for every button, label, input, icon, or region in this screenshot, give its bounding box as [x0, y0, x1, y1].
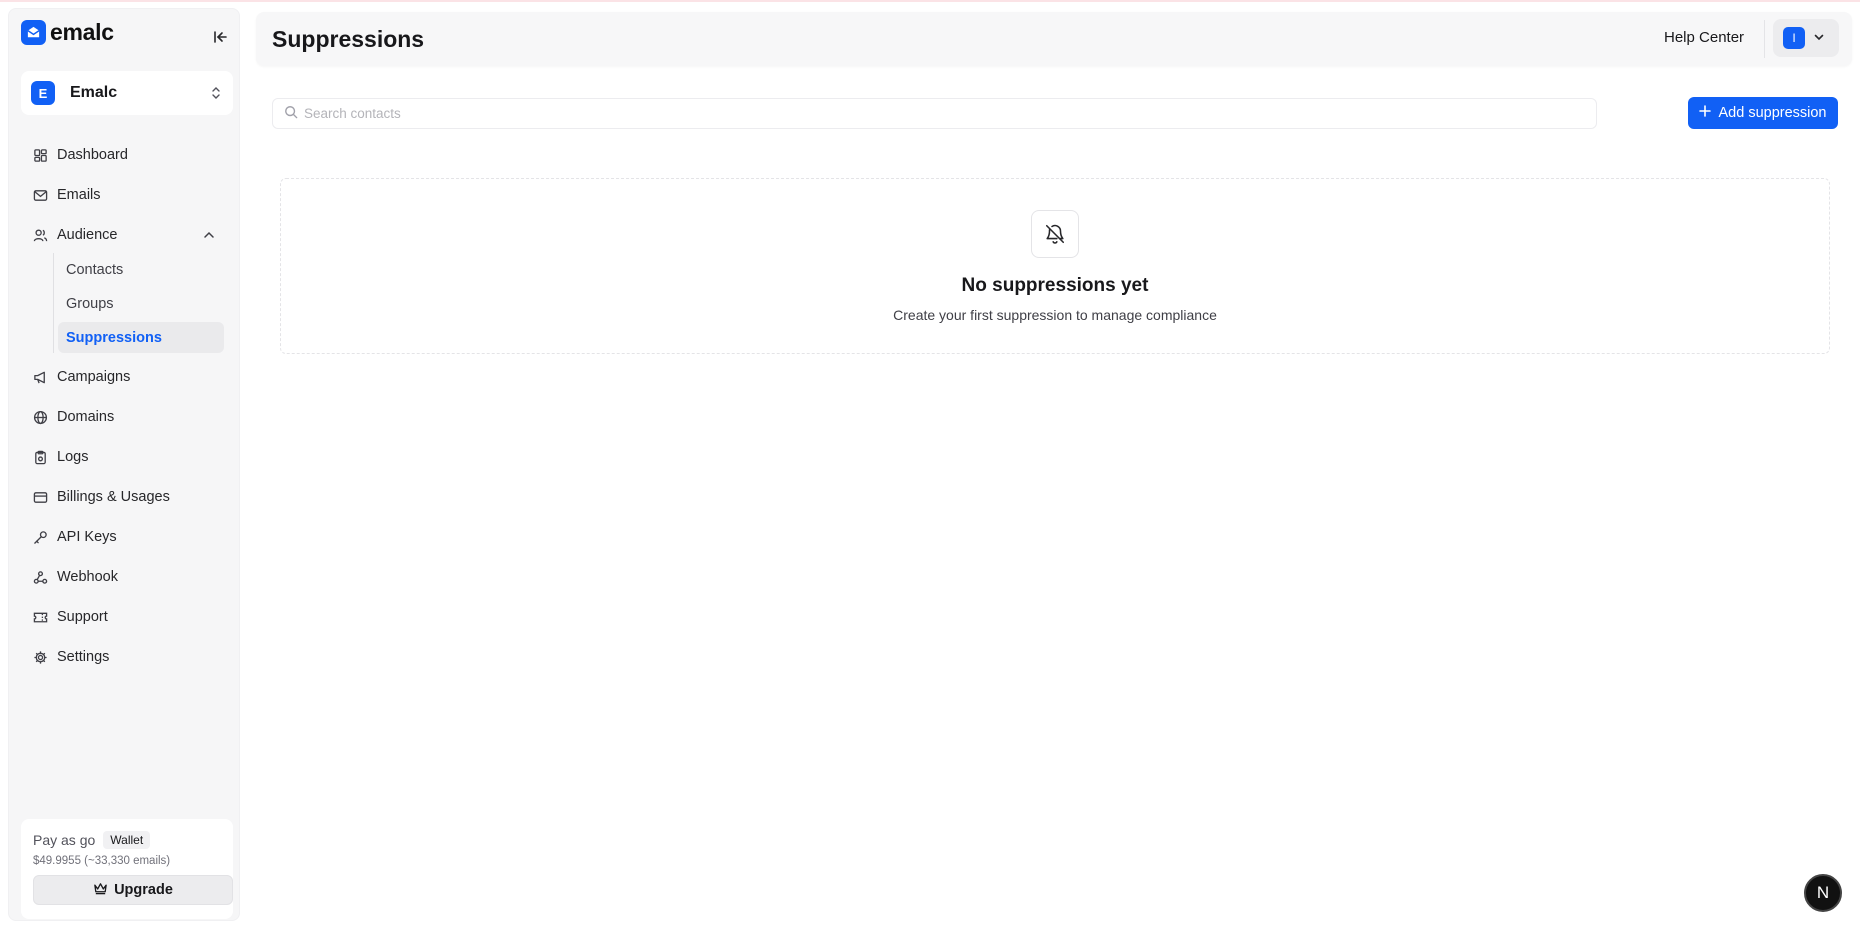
dev-tools-badge[interactable]: N: [1804, 874, 1842, 912]
sidebar-item-logs[interactable]: Logs: [21, 440, 233, 474]
search-icon: [284, 105, 298, 123]
upgrade-label: Upgrade: [114, 882, 173, 898]
sidebar-item-support[interactable]: Support: [21, 600, 233, 634]
key-icon: [32, 529, 48, 545]
bell-off-icon: [1031, 210, 1079, 258]
plus-icon: [1699, 105, 1712, 121]
credit-card-icon: [32, 489, 48, 505]
chevron-down-icon: [1813, 30, 1825, 47]
sidebar-subitem-suppressions[interactable]: Suppressions: [58, 322, 224, 353]
sidebar: emalc E Emalc Dashboard Emails Audience …: [8, 8, 240, 921]
users-icon: [32, 227, 48, 243]
page-header: Suppressions Help Center I: [256, 12, 1852, 66]
sidebar-item-billings[interactable]: Billings & Usages: [21, 480, 233, 514]
sidebar-item-api-keys[interactable]: API Keys: [21, 520, 233, 554]
sidebar-item-label: Campaigns: [57, 369, 131, 385]
search-field: [272, 98, 1597, 129]
search-input[interactable]: [304, 106, 1584, 121]
chevron-up-down-icon: [209, 84, 223, 102]
grid-icon: [32, 147, 48, 163]
empty-state-subtitle: Create your first suppression to manage …: [893, 307, 1217, 323]
crown-icon: [93, 881, 108, 899]
empty-state: No suppressions yet Create your first su…: [280, 178, 1830, 354]
sidebar-item-label: Domains: [57, 409, 115, 425]
submenu-guide-line: [53, 253, 54, 353]
workspace-switcher[interactable]: E Emalc: [21, 71, 233, 115]
page-title: Suppressions: [272, 26, 425, 52]
top-accent-line: [0, 0, 1860, 2]
megaphone-icon: [32, 369, 48, 385]
sidebar-item-label: Billings & Usages: [57, 489, 170, 505]
globe-icon: [32, 409, 48, 425]
workspace-avatar: E: [31, 81, 55, 105]
header-divider: [1764, 20, 1765, 58]
brand-name: emalc: [50, 19, 114, 45]
sidebar-item-campaigns[interactable]: Campaigns: [21, 360, 233, 394]
avatar: I: [1783, 27, 1805, 49]
sidebar-subitem-contacts[interactable]: Contacts: [58, 254, 224, 285]
webhook-icon: [32, 569, 48, 585]
plan-balance: $49.9955 (~33,330 emails): [33, 855, 171, 867]
sidebar-item-domains[interactable]: Domains: [21, 400, 233, 434]
user-menu[interactable]: I: [1773, 19, 1839, 57]
sidebar-item-webhook[interactable]: Webhook: [21, 560, 233, 594]
sidebar-item-settings[interactable]: Settings: [21, 640, 233, 674]
plan-card: Pay as go Wallet $49.9955 (~33,330 email…: [21, 819, 233, 919]
help-center-link[interactable]: Help Center: [1664, 29, 1744, 46]
clipboard-icon: [32, 449, 48, 465]
upgrade-button[interactable]: Upgrade: [33, 875, 233, 905]
chevron-up-icon[interactable]: [201, 227, 217, 243]
sidebar-item-label: API Keys: [57, 529, 117, 545]
empty-state-title: No suppressions yet: [961, 275, 1149, 296]
gear-icon: [32, 649, 48, 665]
sidebar-item-label: Settings: [57, 649, 110, 665]
sidebar-item-label: Dashboard: [57, 147, 128, 163]
add-suppression-label: Add suppression: [1718, 105, 1827, 121]
sidebar-subitem-groups[interactable]: Groups: [58, 288, 224, 319]
plan-name: Pay as go: [33, 832, 96, 848]
mail-icon: [32, 187, 48, 203]
workspace-name: Emalc: [70, 84, 118, 101]
sidebar-item-audience[interactable]: Audience: [21, 218, 233, 252]
plan-badge: Wallet: [103, 831, 151, 849]
collapse-sidebar-icon[interactable]: [211, 27, 231, 47]
sidebar-item-dashboard[interactable]: Dashboard: [21, 138, 233, 172]
sidebar-item-label: Support: [57, 609, 108, 625]
sidebar-item-label: Logs: [57, 449, 89, 465]
add-suppression-button[interactable]: Add suppression: [1688, 97, 1838, 129]
ticket-icon: [32, 609, 48, 625]
sidebar-item-label: Webhook: [57, 569, 118, 585]
sidebar-item-emails[interactable]: Emails: [21, 178, 233, 212]
brand-logo-icon: [21, 20, 46, 45]
sidebar-item-label: Emails: [57, 187, 101, 203]
brand[interactable]: emalc: [21, 19, 114, 46]
sidebar-item-label: Audience: [57, 227, 118, 243]
